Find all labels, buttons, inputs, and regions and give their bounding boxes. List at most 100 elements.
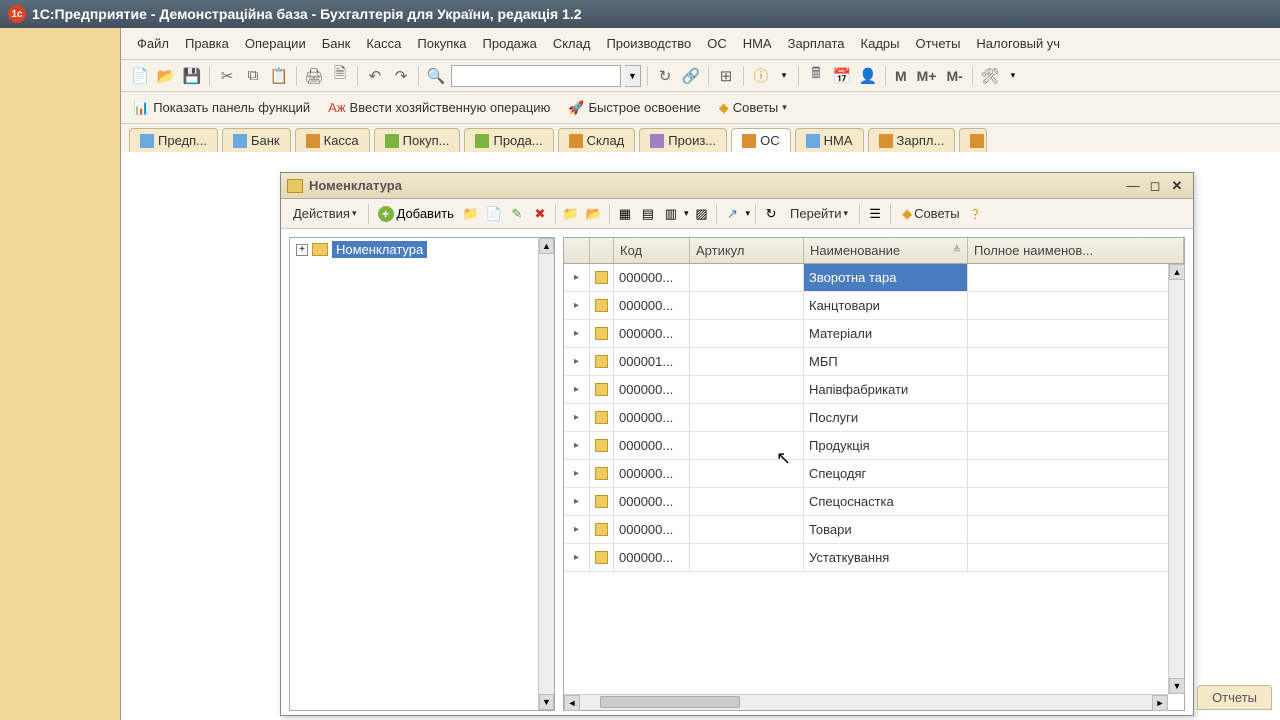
table-row[interactable]: ▸000000...Зворотна тара [564,264,1184,292]
row-expand[interactable]: ▸ [564,292,590,319]
header-code[interactable]: Код [614,238,690,263]
table-row[interactable]: ▸000000...Товари [564,516,1184,544]
open-icon[interactable]: 📂 [155,65,177,87]
menu-item-2[interactable]: Операции [239,34,312,53]
tab-2[interactable]: Касса [295,128,370,152]
table-row[interactable]: ▸000000...Напівфабрикати [564,376,1184,404]
row-expand[interactable]: ▸ [564,516,590,543]
m-button[interactable]: М [892,68,910,84]
row-expand[interactable]: ▸ [564,460,590,487]
refresh-icon[interactable]: ↻ [654,65,676,87]
list-icon[interactable]: ☰ [865,204,885,224]
table-row[interactable]: ▸000000...Послуги [564,404,1184,432]
row-expand[interactable]: ▸ [564,320,590,347]
user-icon[interactable]: 👤 [857,65,879,87]
hierarchy-icon[interactable]: 📂 [584,204,604,224]
table-row[interactable]: ▸000000...Устаткування [564,544,1184,572]
add-folder-icon[interactable]: 📁 [461,204,481,224]
header-article[interactable]: Артикул [690,238,804,263]
row-expand[interactable]: ▸ [564,432,590,459]
paste-icon[interactable]: 📋 [268,65,290,87]
menu-item-9[interactable]: ОС [701,34,733,53]
scroll-track[interactable] [580,695,1152,710]
print-icon[interactable]: 🖨 [303,65,325,87]
tips-sub-button[interactable]: ◆ Советы [896,204,965,224]
save-icon[interactable]: 💾 [181,65,203,87]
subwindow-titlebar[interactable]: Номенклатура — ◻ ✕ [281,173,1193,199]
tab-0[interactable]: Предп... [129,128,218,152]
refresh-icon[interactable]: ↻ [761,204,781,224]
header-fullname[interactable]: Полное наименов... [968,238,1184,263]
row-expand[interactable]: ▸ [564,544,590,571]
scroll-thumb[interactable] [600,696,740,708]
row-expand[interactable]: ▸ [564,376,590,403]
new-icon[interactable]: 📄 [129,65,151,87]
move-icon[interactable]: 📁 [561,204,581,224]
add-button[interactable]: + Добавить [374,204,458,224]
table-row[interactable]: ▸000000...Спецодяг [564,460,1184,488]
menu-item-14[interactable]: Налоговый уч [970,34,1066,53]
clear-filter-icon[interactable]: ▨ [691,204,711,224]
tab-3[interactable]: Покуп... [374,128,461,152]
minimize-button[interactable]: — [1123,177,1143,195]
search-icon[interactable]: 🔍 [425,65,447,87]
windows-icon[interactable]: ⊞ [715,65,737,87]
info-icon[interactable]: ⓘ [750,65,772,87]
table-row[interactable]: ▸000000...Спецоснастка [564,488,1184,516]
calc-icon[interactable]: 🖩 [805,65,827,87]
row-expand[interactable]: ▸ [564,264,590,291]
chevron-down-icon[interactable]: ▾ [745,208,750,219]
grid-horizontal-scrollbar[interactable]: ◄ ► [564,694,1168,710]
info-dropdown[interactable]: ▾ [776,65,792,87]
menu-item-8[interactable]: Производство [600,34,697,53]
tools-icon[interactable]: 🛠 [979,65,1001,87]
tab-1[interactable]: Банк [222,128,291,152]
reports-bottom-tab[interactable]: Отчеты [1197,685,1272,710]
menu-item-11[interactable]: Зарплата [782,34,851,53]
filter2-icon[interactable]: ▤ [638,204,658,224]
tree-scrollbar[interactable]: ▲ ▼ [538,238,554,710]
tab-5[interactable]: Склад [558,128,636,152]
maximize-button[interactable]: ◻ [1145,177,1165,195]
scroll-up-button[interactable]: ▲ [539,238,554,254]
menu-item-3[interactable]: Банк [316,34,357,53]
tab-8[interactable]: НМА [795,128,864,152]
tools-dropdown[interactable]: ▾ [1005,65,1021,87]
header-name[interactable]: Наименование ≜ [804,238,968,263]
table-row[interactable]: ▸000001...МБП [564,348,1184,376]
menu-item-12[interactable]: Кадры [855,34,906,53]
tab-9[interactable]: Зарпл... [868,128,956,152]
menu-item-1[interactable]: Правка [179,34,235,53]
show-panel-button[interactable]: 📊 Показать панель функций [129,98,314,118]
help-icon[interactable]: ？ [969,204,989,224]
row-expand[interactable]: ▸ [564,404,590,431]
m-minus-button[interactable]: М- [944,68,966,84]
header-folder[interactable] [590,238,614,263]
scroll-right-button[interactable]: ► [1152,695,1168,711]
row-expand[interactable]: ▸ [564,488,590,515]
undo-icon[interactable]: ↶ [364,65,386,87]
expand-icon[interactable]: + [296,244,308,256]
add-copy-icon[interactable]: 📄 [484,204,504,224]
nav-icon[interactable]: ↗ [722,204,742,224]
enter-operation-button[interactable]: Аж Ввести хозяйственную операцию [324,98,554,117]
row-expand[interactable]: ▸ [564,348,590,375]
actions-button[interactable]: Действия ▾ [287,204,363,223]
menu-item-6[interactable]: Продажа [477,34,543,53]
chevron-down-icon[interactable]: ▾ [684,208,689,219]
tab-4[interactable]: Прода... [464,128,553,152]
preview-icon[interactable]: 🗎 [329,65,351,87]
table-row[interactable]: ▸000000...Канцтовари [564,292,1184,320]
tips-button[interactable]: ◆ Советы ▾ [715,98,791,118]
table-row[interactable]: ▸000000...Матеріали [564,320,1184,348]
scroll-up-button[interactable]: ▲ [1169,264,1185,280]
edit-icon[interactable]: ✎ [507,204,527,224]
close-button[interactable]: ✕ [1167,177,1187,195]
scroll-down-button[interactable]: ▼ [539,694,554,710]
cut-icon[interactable]: ✂ [216,65,238,87]
grid-vertical-scrollbar[interactable]: ▲ ▼ [1168,264,1184,694]
table-row[interactable]: ▸000000...Продукція [564,432,1184,460]
calendar-icon[interactable]: 📅 [831,65,853,87]
link-icon[interactable]: 🔗 [680,65,702,87]
menu-item-13[interactable]: Отчеты [909,34,966,53]
